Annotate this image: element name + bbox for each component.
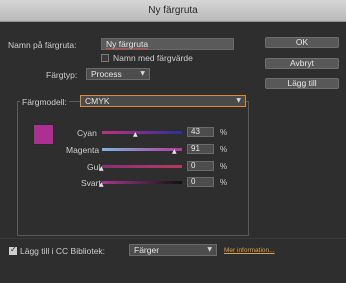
color-type-value: Process [91,69,122,79]
black-label: Svart [81,178,101,188]
yellow-slider-thumb[interactable]: ▲ [99,166,104,172]
footer-divider [0,238,346,239]
yellow-input[interactable]: 0 [187,161,214,171]
more-info-link[interactable]: Mer information... [224,247,275,254]
new-swatch-dialog: Ny färgruta Namn på färgruta: Ny färgrut… [0,0,346,283]
cyan-unit: % [220,128,228,137]
magenta-input[interactable]: 91 [187,144,214,154]
black-slider[interactable]: ▲ [99,181,182,188]
color-model-value: CMYK [85,96,110,106]
dialog-title: Ny färgruta [148,5,198,16]
title-bar: Ny färgruta [0,0,346,22]
swatch-name-label: Namn på färgruta: [8,40,77,50]
cyan-slider[interactable]: ▲ [102,131,182,138]
cyan-slider-thumb[interactable]: ▲ [133,132,138,138]
chevron-down-icon: ▼ [140,70,145,77]
swatch-name-input[interactable]: Ny färgruta [101,38,234,50]
magenta-label: Magenta [66,145,100,155]
black-unit: % [220,178,228,187]
add-to-cc-library-label: Lägg till i CC Bibliotek: [20,246,106,256]
cyan-input[interactable]: 43 [187,127,214,137]
cc-library-value: Färger [134,245,160,255]
chevron-down-icon: ▼ [236,97,241,104]
name-with-value-label: Namn med färgvärde [113,53,193,63]
swatch-name-value: Ny färgruta [106,39,149,49]
yellow-slider[interactable]: ▲ [99,165,182,172]
black-slider-thumb[interactable]: ▲ [99,182,104,188]
color-model-dropdown[interactable]: CMYK ▼ [80,95,246,107]
ok-button[interactable]: OK [265,37,339,48]
add-to-cc-library-checkbox[interactable] [9,245,17,255]
cancel-button[interactable]: Avbryt [265,58,339,69]
name-with-value-checkbox[interactable] [101,54,109,62]
color-type-label: Färgtyp: [46,70,78,80]
chevron-down-icon: ▼ [207,246,212,253]
cc-library-dropdown[interactable]: Färger ▼ [129,244,217,256]
color-model-label: Färgmodell: [20,97,69,107]
add-button[interactable]: Lägg till [265,78,339,89]
magenta-slider[interactable]: ▲ [102,148,182,155]
color-type-dropdown[interactable]: Process ▼ [86,68,150,80]
color-preview-swatch [33,124,54,145]
cyan-label: Cyan [77,128,97,138]
magenta-slider-thumb[interactable]: ▲ [172,149,177,155]
magenta-unit: % [220,145,228,154]
yellow-unit: % [220,162,228,171]
black-input[interactable]: 0 [187,177,214,187]
color-model-group [17,101,249,236]
